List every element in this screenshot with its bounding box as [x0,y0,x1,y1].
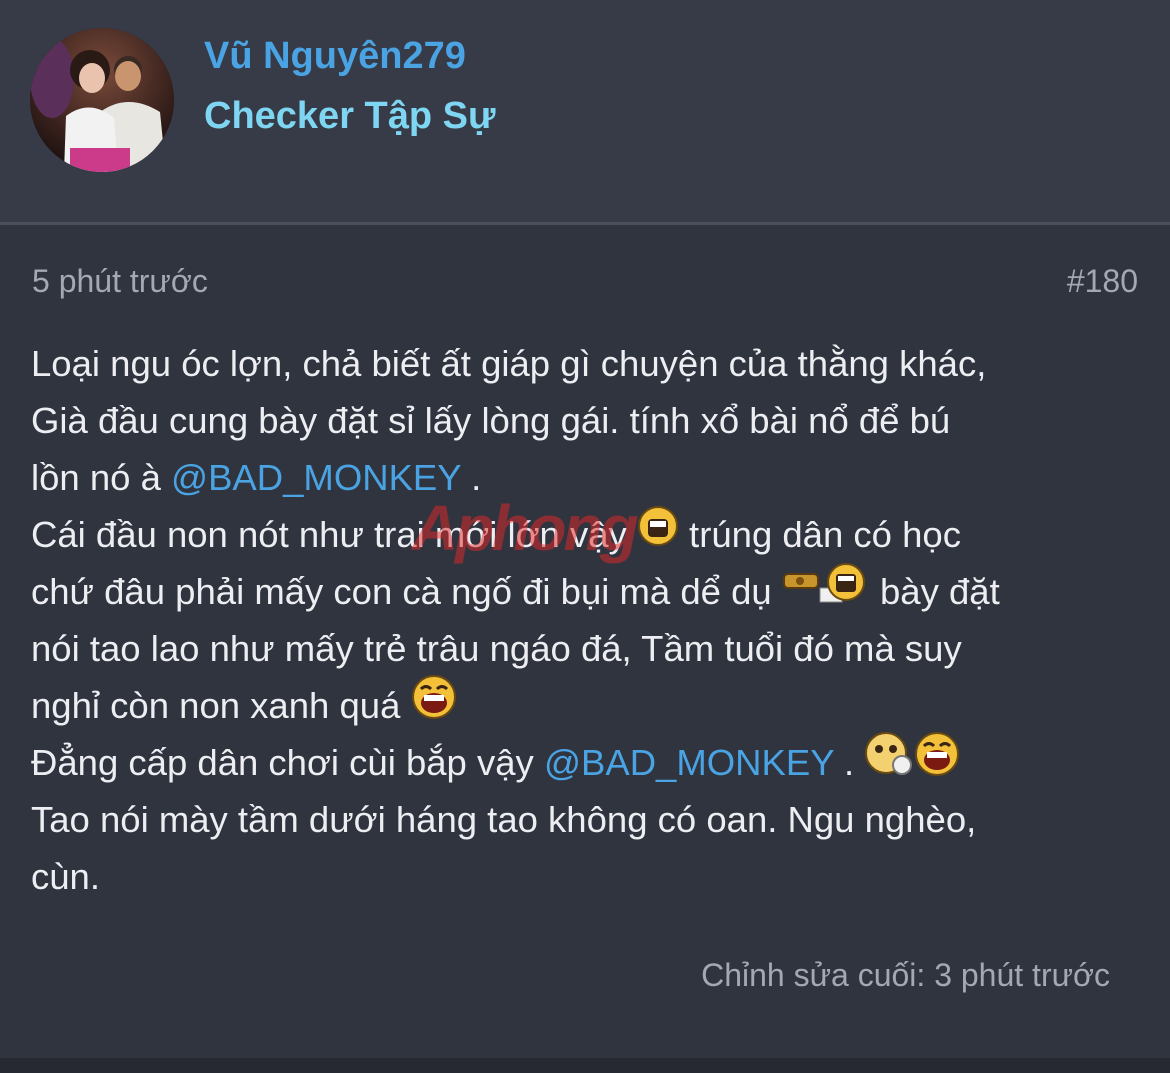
shy-emoji-icon [637,505,679,563]
post-card: 5 phút trước #180 Loại ngu óc lợn, chả b… [0,225,1170,1058]
laughing-emoji-icon [914,731,960,793]
user-avatar[interactable] [30,28,174,172]
post-timestamp[interactable]: 5 phút trước [32,261,208,301]
post-line: Tao nói mày tầm dưới háng tao không có o… [31,791,1141,848]
post-line: lồn nó à @BAD_MONKEY . [31,449,1141,506]
gift-emoji-icon [782,562,870,620]
user-mention-link[interactable]: @BAD_MONKEY [544,742,834,783]
post-line: nói tao lao như mấy trẻ trâu ngáo đá, Tầ… [31,620,1141,677]
line-text: chứ đâu phải mấy con cà ngố đi bụi mà dể… [31,571,782,612]
line-text: trúng dân có học [678,514,961,555]
post-line: Loại ngu óc lợn, chả biết ất giáp gì chu… [31,335,1141,392]
post-line: nghỉ còn non xanh quá [31,674,1141,736]
username[interactable]: Vũ Nguyên279 [204,34,466,78]
line-text: Đẳng cấp dân chơi cùi bắp vậy [31,742,544,783]
post-line: Đẳng cấp dân chơi cùi bắp vậy @BAD_MONKE… [31,731,1141,793]
user-mention-link[interactable]: @BAD_MONKEY [171,457,461,498]
post-body: Loại ngu óc lợn, chả biết ất giáp gì chu… [31,335,1141,905]
line-text: . [833,742,865,783]
line-text: lồn nó à [31,457,172,498]
bottom-bar [0,1058,1170,1073]
post-number[interactable]: #180 [1067,261,1138,301]
post-line: Cái đầu non nót như trai mới lớn vậy trú… [31,506,1141,563]
line-text: Già đầu cung bày đặt sỉ lấy lòng gái. tí… [31,400,951,441]
post-author-header: Vũ Nguyên279 Checker Tập Sự [0,0,1170,222]
line-text: . [460,457,482,498]
line-text: nói tao lao như mấy trẻ trâu ngáo đá, Tầ… [31,628,962,669]
line-text: cùn. [31,856,100,897]
line-text: Cái đầu non nót như trai mới lớn vậy [31,514,637,555]
line-text: bày đặt [869,571,1000,612]
line-text: nghỉ còn non xanh quá [31,685,411,726]
thinking-emoji-icon [864,731,914,793]
post-line: cùn. [31,848,1141,905]
user-title: Checker Tập Sự [204,95,496,137]
last-edited-label: Chỉnh sửa cuối: 3 phút trước [701,957,1110,993]
post-line: chứ đâu phải mấy con cà ngố đi bụi mà dể… [31,563,1141,620]
post-line: Già đầu cung bày đặt sỉ lấy lòng gái. tí… [31,392,1141,449]
post-page: Vũ Nguyên279 Checker Tập Sự 5 phút trước… [0,0,1170,1073]
line-text: Loại ngu óc lợn, chả biết ất giáp gì chu… [31,343,987,384]
line-text: Tao nói mày tầm dưới háng tao không có o… [31,799,977,840]
laughing-emoji-icon [411,674,457,736]
